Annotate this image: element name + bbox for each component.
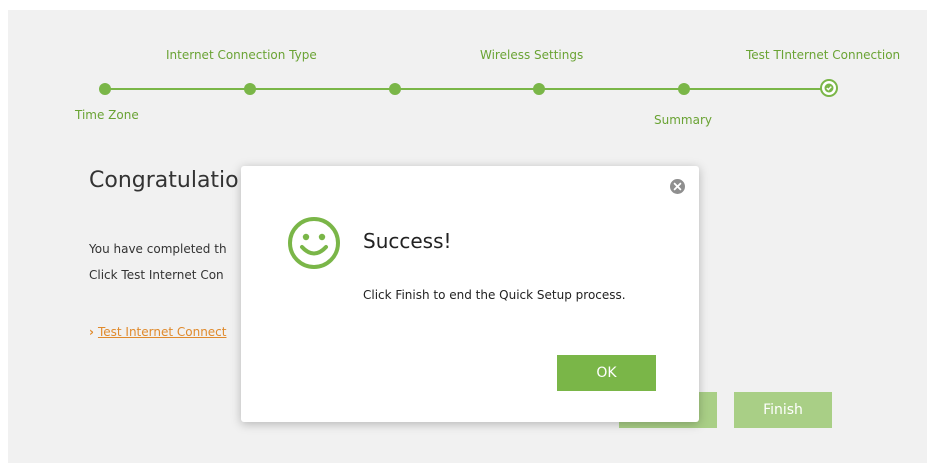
step-dot-summary bbox=[678, 83, 690, 95]
step-dot-time-zone bbox=[99, 83, 111, 95]
step-label-summary: Summary bbox=[654, 113, 712, 127]
progress-line bbox=[105, 88, 830, 90]
success-dialog: Success! Click Finish to end the Quick S… bbox=[241, 166, 699, 422]
smiley-icon bbox=[288, 217, 340, 269]
step-dot-internet-connection-type bbox=[244, 83, 256, 95]
dialog-title: Success! bbox=[363, 229, 452, 253]
test-internet-connection-link[interactable]: Test Internet Connect bbox=[98, 325, 227, 339]
ok-button[interactable]: OK bbox=[557, 355, 656, 391]
step-label-wireless-settings: Wireless Settings bbox=[480, 48, 584, 62]
step-label-time-zone: Time Zone bbox=[75, 108, 139, 122]
dialog-message: Click Finish to end the Quick Setup proc… bbox=[363, 288, 626, 302]
finish-button[interactable]: Finish bbox=[734, 392, 832, 428]
step-dot-wireless-settings bbox=[533, 83, 545, 95]
close-icon[interactable] bbox=[670, 179, 685, 194]
chevron-right-icon: › bbox=[89, 325, 94, 339]
step-label-test-internet-connection: Test TInternet Connection bbox=[746, 48, 901, 62]
test-link-row: › Test Internet Connect bbox=[89, 325, 226, 339]
completion-text: You have completed th bbox=[89, 242, 227, 256]
page-title: Congratulatio bbox=[89, 168, 239, 193]
step-dot-step-3 bbox=[389, 83, 401, 95]
check-icon bbox=[820, 79, 838, 97]
step-label-internet-connection-type: Internet Connection Type bbox=[166, 48, 317, 62]
page: Internet Connection Type Wireless Settin… bbox=[0, 0, 927, 463]
instruction-text: Click Test Internet Con bbox=[89, 268, 224, 282]
